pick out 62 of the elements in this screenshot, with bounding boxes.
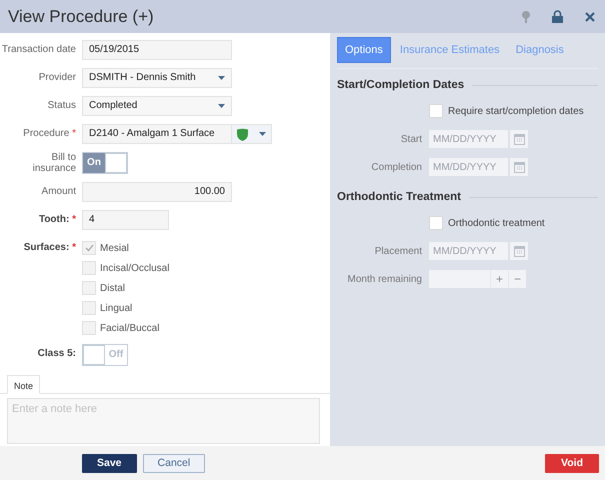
field-label: Start	[400, 134, 422, 144]
checkbox-label: Incisal/Occlusal	[100, 262, 170, 274]
window-title: View Procedure (+)	[8, 6, 155, 26]
field-label: Procedure *	[22, 127, 76, 141]
lock-icon[interactable]	[552, 10, 563, 23]
field-label: Class 5:	[36, 347, 76, 361]
checkbox[interactable]	[82, 241, 96, 255]
shield-icon	[237, 128, 248, 140]
checkbox[interactable]	[82, 281, 96, 295]
date-field[interactable]: MM/DD/YYYY	[429, 158, 508, 176]
checkbox[interactable]	[82, 321, 96, 335]
checkbox[interactable]	[82, 261, 96, 275]
checkbox-label: Facial/Buccal	[100, 322, 160, 334]
increment-button[interactable]: +	[490, 270, 508, 288]
caret-icon	[218, 104, 224, 108]
calendar-icon	[514, 161, 524, 173]
date-field[interactable]: MM/DD/YYYY	[429, 130, 508, 148]
dropdown[interactable]: Completed	[82, 96, 232, 116]
checkbox[interactable]	[429, 104, 443, 118]
field-label: Status	[46, 99, 76, 113]
amount-field[interactable]: 100.00	[82, 182, 232, 202]
dropdown[interactable]: DSMITH - Dennis Smith	[82, 68, 232, 88]
checkbox-label: Require start/completion dates	[448, 106, 584, 116]
calendar-icon	[514, 245, 524, 257]
close-icon[interactable]	[585, 12, 595, 22]
save-button[interactable]: Save	[82, 454, 137, 472]
procedure-dropdown-button[interactable]	[232, 124, 272, 144]
calendar-button[interactable]	[510, 158, 528, 176]
field-label: Month remaining	[346, 274, 422, 284]
field-label: Tooth: *	[38, 213, 76, 227]
field-label: Surfaces: *	[22, 241, 76, 255]
calendar-button[interactable]	[510, 130, 528, 148]
field-label: Provider	[38, 71, 76, 85]
void-button[interactable]: Void	[545, 454, 599, 472]
checkbox-label: Mesial	[100, 242, 129, 254]
tooth-field[interactable]: 4	[82, 210, 169, 230]
calendar-icon	[514, 133, 524, 145]
date-field[interactable]: MM/DD/YYYY	[429, 242, 508, 260]
decrement-button[interactable]: −	[508, 270, 526, 288]
caret-icon	[258, 132, 266, 136]
pin-icon[interactable]	[522, 10, 530, 22]
toggle-switch[interactable]: On	[82, 152, 128, 174]
field-label: Transaction date	[0, 43, 76, 57]
checkbox[interactable]	[82, 301, 96, 315]
field-label: Placement	[374, 246, 422, 256]
field-label: Bill to insurance	[32, 152, 76, 174]
checkbox[interactable]	[429, 216, 443, 230]
calendar-button[interactable]	[510, 242, 528, 260]
checkbox-label: Lingual	[100, 302, 132, 314]
section-title: Orthodontic Treatment	[337, 191, 461, 203]
date-field[interactable]: 05/19/2015	[82, 40, 232, 60]
tab[interactable]: Options	[337, 37, 391, 63]
note-tab[interactable]: Note	[7, 375, 40, 394]
checkbox-label: Distal	[100, 282, 126, 294]
section-title: Start/Completion Dates	[337, 79, 464, 91]
caret-icon	[218, 76, 224, 80]
checkbox-label: Orthodontic treatment	[448, 218, 545, 228]
procedure-field[interactable]: D2140 - Amalgam 1 Surface	[82, 124, 232, 144]
checkmark-icon	[84, 244, 94, 252]
field-label: Completion	[370, 162, 422, 172]
field-label: Amount	[40, 185, 76, 199]
cancel-button[interactable]: Cancel	[142, 454, 206, 472]
